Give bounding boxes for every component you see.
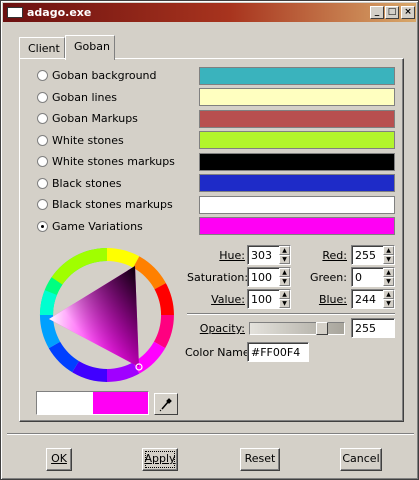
maximize-button[interactable]: □: [385, 6, 399, 19]
cancel-button[interactable]: Cancel: [340, 448, 382, 471]
close-button[interactable]: ×: [401, 6, 415, 19]
spin-arrows[interactable]: ▲ ▼: [279, 290, 290, 308]
saturation-spinbox[interactable]: 100 ▲ ▼: [247, 267, 291, 287]
color-name-label: Color Name:: [185, 346, 254, 359]
green-label: Green:: [309, 271, 347, 284]
tab-client[interactable]: Client: [19, 37, 65, 59]
spin-arrows[interactable]: ▲ ▼: [279, 268, 290, 286]
old-color-swatch: [37, 392, 93, 414]
radio-button-selected[interactable]: [37, 221, 48, 232]
opacity-input[interactable]: 255: [351, 318, 395, 338]
bottom-separator: [7, 433, 414, 435]
radio-button[interactable]: [37, 113, 48, 124]
opacity-slider[interactable]: [249, 322, 345, 335]
swatch-black-stones[interactable]: [199, 174, 395, 192]
window-title: adago.exe: [27, 6, 92, 19]
opacity-label: Opacity:: [199, 322, 245, 335]
radio-button[interactable]: [37, 178, 48, 189]
swatch-goban-background[interactable]: [199, 67, 395, 85]
spin-arrows[interactable]: ▲ ▼: [383, 246, 394, 264]
swatch-black-stones-markups[interactable]: [199, 196, 395, 214]
title-bar[interactable]: adago.exe _ □ ×: [3, 3, 416, 22]
swatch-game-variations[interactable]: [199, 217, 395, 235]
hue-label: Hue:: [219, 249, 245, 262]
color-wheel-icon[interactable]: [35, 246, 179, 384]
swatch-white-stones-markups[interactable]: [199, 153, 395, 171]
color-name-input[interactable]: #FF00F4: [247, 342, 309, 362]
minimize-button[interactable]: _: [370, 6, 384, 19]
red-label: Red:: [322, 249, 347, 262]
spin-arrows[interactable]: ▲ ▼: [383, 290, 394, 308]
color-preview: [36, 391, 149, 415]
swatch-goban-lines[interactable]: [199, 88, 395, 106]
radio-button[interactable]: [37, 199, 48, 210]
value-label: Value:: [211, 293, 245, 306]
radio-button[interactable]: [37, 70, 48, 81]
spin-arrows[interactable]: ▲ ▼: [383, 268, 394, 286]
radio-button[interactable]: [37, 135, 48, 146]
blue-spinbox[interactable]: 244 ▲ ▼: [351, 289, 395, 309]
swatch-goban-markups[interactable]: [199, 110, 395, 128]
radio-button[interactable]: [37, 156, 48, 167]
radio-button[interactable]: [37, 92, 48, 103]
slider-thumb[interactable]: [316, 322, 328, 335]
eyedropper-icon: [159, 398, 172, 412]
color-picker-button[interactable]: [154, 393, 178, 415]
saturation-label: Saturation:: [187, 271, 249, 284]
ok-button[interactable]: OK: [46, 448, 72, 471]
app-icon: [7, 7, 23, 18]
reset-button[interactable]: Reset: [240, 448, 280, 471]
green-spinbox[interactable]: 0 ▲ ▼: [351, 267, 395, 287]
spin-arrows[interactable]: ▲ ▼: [279, 246, 290, 264]
hue-spinbox[interactable]: 303 ▲ ▼: [247, 245, 291, 265]
red-spinbox[interactable]: 255 ▲ ▼: [351, 245, 395, 265]
tab-goban[interactable]: Goban: [65, 35, 115, 60]
apply-button[interactable]: Apply: [142, 448, 178, 471]
separator: [187, 313, 395, 315]
blue-label: Blue:: [318, 293, 347, 306]
value-spinbox[interactable]: 100 ▲ ▼: [247, 289, 291, 309]
new-color-swatch: [93, 392, 148, 414]
dialog-window: adago.exe _ □ × Client Goban Goban backg…: [0, 0, 419, 480]
swatch-white-stones[interactable]: [199, 131, 395, 149]
